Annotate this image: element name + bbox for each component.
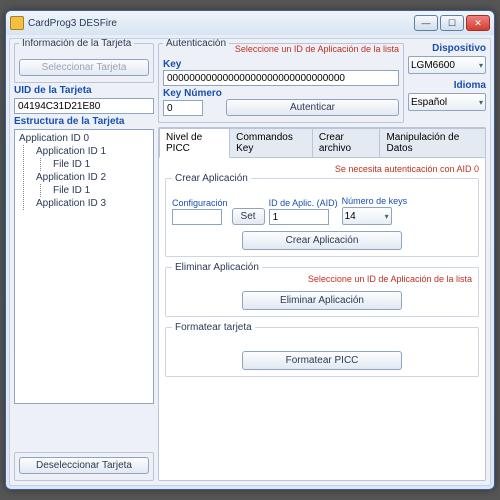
aid-field[interactable] [269,209,329,225]
device-select[interactable]: LGM6600▾ [408,56,486,74]
deselect-card-button[interactable]: Deseleccionar Tarjeta [19,457,149,474]
close-button[interactable]: ✕ [466,15,490,31]
numkeys-label: Número de keys [342,196,408,206]
chevron-down-icon: ▾ [479,61,483,70]
card-info-group: Información de la Tarjeta Seleccionar Ta… [14,43,154,83]
key-field[interactable] [163,70,399,86]
aid-label: ID de Aplic. (AID) [269,198,338,208]
tree-app[interactable]: Application ID 2 File ID 1 [34,171,151,197]
delete-app-legend: Eliminar Aplicación [172,262,262,273]
tree-root[interactable]: Application ID 0 Application ID 1 File I… [17,132,151,210]
device-label: Dispositivo [408,43,486,54]
format-picc-button[interactable]: Formatear PICC [242,351,402,370]
app-window: CardProg3 DESFire — ☐ ✕ Información de l… [5,10,495,490]
maximize-button[interactable]: ☐ [440,15,464,31]
window-title: CardProg3 DESFire [28,18,414,29]
auth-warning: Seleccione un ID de Aplicación de la lis… [235,44,399,54]
keynum-label: Key Número [163,88,222,99]
minimize-button[interactable]: — [414,15,438,31]
create-app-group: Crear Aplicación Configuración Set ID de… [165,178,479,257]
uid-field[interactable] [14,98,154,114]
tab-picc[interactable]: Nivel de PICC [159,128,230,158]
format-card-group: Formatear tarjeta Formatear PICC [165,327,479,377]
authenticate-button[interactable]: Autenticar [226,99,399,116]
config-field[interactable] [172,209,222,225]
lang-select[interactable]: Español▾ [408,93,486,111]
set-button[interactable]: Set [232,208,265,225]
tab-data-manipulation[interactable]: Manipulación de Datos [379,128,486,158]
tree-file[interactable]: File ID 1 [51,184,151,197]
auth-legend: Autenticación [163,38,229,49]
lang-label: Idioma [408,80,486,91]
titlebar[interactable]: CardProg3 DESFire — ☐ ✕ [6,11,494,35]
key-label: Key [163,59,399,70]
tree-file[interactable]: File ID 1 [51,158,151,171]
card-info-legend: Información de la Tarjeta [19,38,134,49]
config-label: Configuración [172,198,228,208]
chevron-down-icon: ▾ [479,98,483,107]
tree-app[interactable]: Application ID 3 [34,197,151,210]
create-app-legend: Crear Aplicación [172,173,251,184]
format-legend: Formatear tarjeta [172,322,255,333]
chevron-down-icon: ▾ [385,212,389,221]
tab-create-file[interactable]: Crear archivo [312,128,381,158]
delete-warning: Seleccione un ID de Aplicación de la lis… [308,274,472,284]
tab-commands-key[interactable]: Commandos Key [229,128,313,158]
tree-app[interactable]: Application ID 1 File ID 1 [34,145,151,171]
main-tabs: Nivel de PICC Commandos Key Crear archiv… [158,127,486,481]
card-structure-tree[interactable]: Application ID 0 Application ID 1 File I… [14,129,154,404]
numkeys-select[interactable]: 14▾ [342,207,392,225]
app-icon [10,16,24,30]
create-app-button[interactable]: Crear Aplicación [242,231,402,250]
struct-label: Estructura de la Tarjeta [14,116,154,127]
delete-app-group: Eliminar Aplicación Seleccione un ID de … [165,267,479,317]
auth-group: Autenticación Seleccione un ID de Aplica… [158,43,404,123]
uid-label: UID de la Tarjeta [14,85,154,96]
keynum-field[interactable] [163,100,203,116]
delete-app-button[interactable]: Eliminar Aplicación [242,291,402,310]
select-card-button[interactable]: Seleccionar Tarjeta [19,59,149,76]
deselect-group: Deseleccionar Tarjeta [14,452,154,481]
